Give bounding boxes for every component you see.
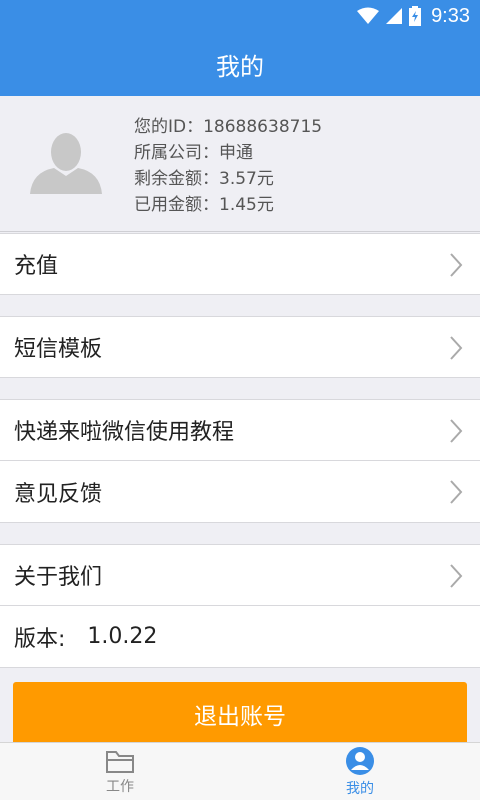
tab-mine[interactable]: 我的 bbox=[240, 743, 480, 800]
chevron-right-icon bbox=[450, 253, 463, 277]
status-time: 9:33 bbox=[431, 4, 470, 27]
status-bar: 9:33 bbox=[0, 0, 480, 32]
chevron-right-icon bbox=[450, 564, 463, 588]
logout-button[interactable]: 退出账号 bbox=[13, 682, 467, 746]
sms-template-item[interactable]: 短信模板 bbox=[0, 316, 480, 378]
chevron-right-icon bbox=[450, 480, 463, 504]
feedback-label: 意见反馈 bbox=[14, 481, 103, 507]
chevron-right-icon bbox=[450, 336, 463, 360]
tab-mine-label: 我的 bbox=[346, 780, 374, 797]
tab-work[interactable]: 工作 bbox=[0, 743, 240, 800]
recharge-label: 充值 bbox=[14, 254, 59, 279]
chevron-right-icon bbox=[450, 419, 463, 443]
feedback-item[interactable]: 意见反馈 bbox=[0, 461, 480, 523]
folder-icon bbox=[106, 750, 134, 773]
app-bar: 我的 bbox=[0, 32, 480, 96]
user-circle-icon bbox=[346, 746, 374, 775]
recharge-item[interactable]: 充值 bbox=[0, 233, 480, 295]
wifi-icon bbox=[357, 7, 380, 24]
battery-icon bbox=[409, 6, 422, 26]
avatar-icon bbox=[30, 133, 102, 194]
about-item[interactable]: 关于我们 bbox=[0, 544, 480, 606]
balance: 剩余金额：3.57元 bbox=[134, 169, 274, 189]
tab-work-label: 工作 bbox=[106, 778, 134, 795]
used-amount: 已用金额：1.45元 bbox=[134, 195, 274, 215]
version-value: 1.0.22 bbox=[87, 624, 158, 649]
page-title: 我的 bbox=[216, 52, 264, 81]
version-item: 版本: 1.0.22 bbox=[0, 606, 480, 668]
tutorial-item[interactable]: 快递来啦微信使用教程 bbox=[0, 399, 480, 461]
logout-label: 退出账号 bbox=[194, 704, 286, 730]
profile-info: 您的ID：18688638715 所属公司：申通 剩余金额：3.57元 已用金额… bbox=[134, 114, 322, 218]
sms-template-label: 短信模板 bbox=[14, 337, 103, 362]
about-label: 关于我们 bbox=[14, 565, 103, 590]
version-label: 版本: bbox=[14, 626, 66, 652]
signal-icon bbox=[386, 8, 403, 24]
company: 所属公司：申通 bbox=[134, 143, 253, 163]
bottom-tab-bar: 工作 我的 bbox=[0, 742, 480, 800]
user-id: 您的ID：18688638715 bbox=[134, 117, 323, 137]
profile-section: 您的ID：18688638715 所属公司：申通 剩余金额：3.57元 已用金额… bbox=[0, 96, 480, 232]
tutorial-label: 快递来啦微信使用教程 bbox=[14, 420, 235, 445]
